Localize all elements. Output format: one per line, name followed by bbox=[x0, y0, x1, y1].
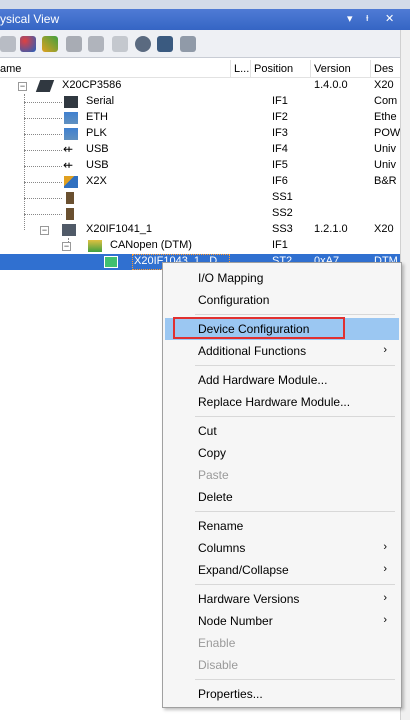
menu-item-expand-collapse[interactable]: Expand/Collapse › bbox=[165, 559, 399, 581]
slot-icon bbox=[66, 208, 74, 220]
window-title-strip bbox=[0, 0, 410, 9]
menu-separator bbox=[195, 314, 395, 315]
pin-icon[interactable]: ᵻ bbox=[366, 12, 368, 24]
menu-item-hardware-versions[interactable]: Hardware Versions › bbox=[165, 588, 399, 610]
submenu-arrow-icon: › bbox=[383, 541, 387, 553]
toolbar-icon-3[interactable] bbox=[42, 36, 58, 52]
x2x-icon bbox=[64, 176, 78, 188]
column-name[interactable]: ame bbox=[0, 63, 21, 75]
tree-row-ss2[interactable]: SS2 bbox=[0, 206, 400, 222]
menu-item-enable[interactable]: Enable bbox=[165, 632, 399, 654]
serial-icon bbox=[64, 96, 78, 108]
toolbar-icon-1[interactable] bbox=[0, 36, 16, 52]
menu-item-cut[interactable]: Cut bbox=[165, 420, 399, 442]
tree-row-serial[interactable]: Serial IF1 Com bbox=[0, 94, 400, 110]
collapse-icon[interactable]: − bbox=[40, 226, 49, 235]
slot-icon bbox=[66, 192, 74, 204]
menu-item-delete[interactable]: Delete bbox=[165, 486, 399, 508]
submenu-arrow-icon: › bbox=[383, 344, 387, 356]
network-icon bbox=[64, 128, 78, 140]
menu-item-paste[interactable]: Paste bbox=[165, 464, 399, 486]
panel-title: ysical View bbox=[0, 12, 60, 26]
column-l[interactable]: L... bbox=[234, 63, 249, 75]
menu-item-columns[interactable]: Columns › bbox=[165, 537, 399, 559]
search-icon[interactable] bbox=[135, 36, 151, 52]
module-icon bbox=[62, 224, 76, 236]
panel-menu-icon[interactable]: ▾ bbox=[347, 12, 353, 25]
menu-item-add-hardware-module[interactable]: Add Hardware Module... bbox=[165, 369, 399, 391]
tree-row-x2x[interactable]: X2X IF6 B&R bbox=[0, 174, 400, 190]
toolbar-icon-6[interactable] bbox=[112, 36, 128, 52]
column-version[interactable]: Version bbox=[314, 63, 351, 75]
menu-separator bbox=[195, 416, 395, 417]
menu-separator bbox=[195, 365, 395, 366]
menu-item-io-mapping[interactable]: I/O Mapping bbox=[165, 267, 399, 289]
toolbar-icon-2[interactable] bbox=[20, 36, 36, 52]
menu-item-device-configuration[interactable]: Device Configuration bbox=[165, 317, 399, 340]
menu-separator bbox=[195, 511, 395, 512]
menu-item-additional-functions[interactable]: Additional Functions › bbox=[165, 340, 399, 362]
menu-item-rename[interactable]: Rename bbox=[165, 515, 399, 537]
cpu-icon bbox=[35, 80, 55, 92]
toolbar-icon-9[interactable] bbox=[180, 36, 196, 52]
menu-item-properties[interactable]: Properties... bbox=[165, 683, 399, 705]
tree-row-x20if1041[interactable]: − X20IF1041_1 SS3 1.2.1.0 X20 bbox=[0, 222, 400, 238]
network-icon bbox=[64, 112, 78, 124]
tree-row-eth[interactable]: ETH IF2 Ethe bbox=[0, 110, 400, 126]
column-position[interactable]: Position bbox=[254, 63, 293, 75]
canopen-icon bbox=[88, 240, 102, 252]
menu-item-disable[interactable]: Disable bbox=[165, 654, 399, 676]
toolbar-icon-5[interactable] bbox=[88, 36, 104, 52]
menu-item-node-number[interactable]: Node Number › bbox=[165, 610, 399, 632]
collapse-icon[interactable]: − bbox=[18, 82, 27, 91]
tree-row-plk[interactable]: PLK IF3 POW bbox=[0, 126, 400, 142]
close-icon[interactable]: ✕ bbox=[385, 12, 394, 25]
usb-icon: ⇷ bbox=[63, 142, 74, 156]
menu-separator bbox=[195, 584, 395, 585]
context-menu: I/O Mapping Configuration Device Configu… bbox=[162, 262, 402, 708]
menu-item-copy[interactable]: Copy bbox=[165, 442, 399, 464]
tree-row-usb-1[interactable]: ⇷ USB IF4 Univ bbox=[0, 142, 400, 158]
tree-row-ss1[interactable]: SS1 bbox=[0, 190, 400, 206]
collapse-icon[interactable]: − bbox=[62, 242, 71, 251]
menu-item-replace-hardware-module[interactable]: Replace Hardware Module... bbox=[165, 391, 399, 413]
menu-item-configuration[interactable]: Configuration bbox=[165, 289, 399, 311]
tree-row-usb-2[interactable]: ⇷ USB IF5 Univ bbox=[0, 158, 400, 174]
column-header: ame L... Position Version Des bbox=[0, 60, 400, 78]
column-description[interactable]: Des bbox=[374, 63, 394, 75]
submenu-arrow-icon: › bbox=[383, 614, 387, 626]
tree-row-cpu[interactable]: − X20CP3586 1.4.0.0 X20 bbox=[0, 78, 400, 94]
device-icon bbox=[104, 256, 118, 268]
tree-row-canopen[interactable]: − CANopen (DTM) IF1 bbox=[0, 238, 400, 254]
submenu-arrow-icon: › bbox=[383, 592, 387, 604]
panel-header: ysical View ▾ ᵻ ✕ bbox=[0, 9, 410, 30]
toolbar bbox=[0, 30, 400, 58]
toolbar-icon-4[interactable] bbox=[66, 36, 82, 52]
submenu-arrow-icon: › bbox=[383, 563, 387, 575]
toolbar-icon-8[interactable] bbox=[157, 36, 173, 52]
usb-icon: ⇷ bbox=[63, 158, 74, 172]
menu-separator bbox=[195, 679, 395, 680]
